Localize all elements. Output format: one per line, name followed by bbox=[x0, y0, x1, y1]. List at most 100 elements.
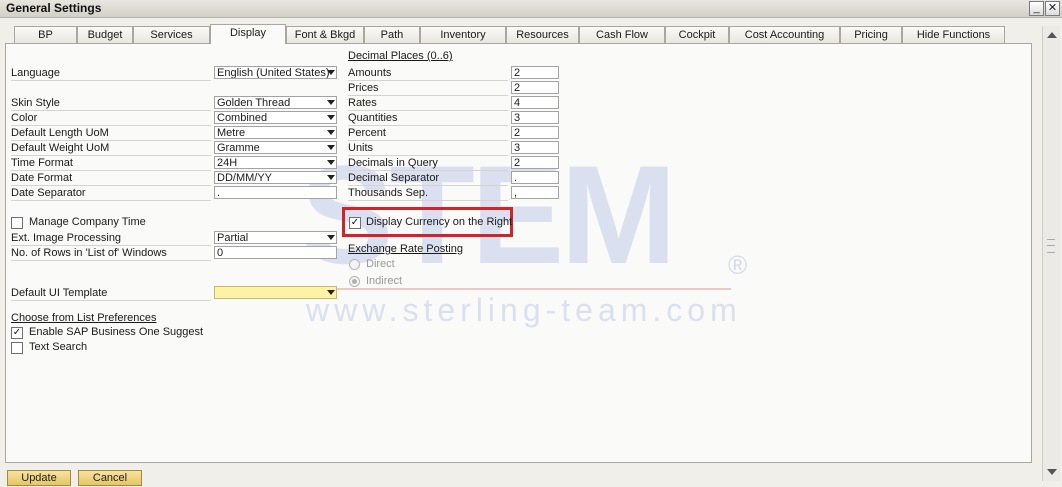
update-button[interactable]: Update bbox=[7, 470, 71, 486]
date-format-value: DD/MM/YY bbox=[217, 172, 272, 184]
color-label: Color bbox=[11, 112, 38, 124]
quantities-input[interactable]: 3 bbox=[511, 111, 559, 124]
row-divider bbox=[11, 300, 211, 301]
quantities-value: 3 bbox=[514, 112, 521, 124]
rates-input[interactable]: 4 bbox=[511, 96, 559, 109]
row-divider bbox=[11, 80, 211, 81]
time-format-select[interactable]: 24H bbox=[214, 156, 337, 169]
tab-font-bkgd[interactable]: Font & Bkgd bbox=[286, 26, 364, 43]
chevron-down-icon bbox=[327, 70, 335, 75]
indirect-label: Indirect bbox=[366, 275, 403, 287]
tab-budget[interactable]: Budget bbox=[77, 26, 133, 43]
length-uom-value: Metre bbox=[217, 127, 246, 139]
chevron-down-icon bbox=[327, 145, 335, 150]
tab-hide-functions[interactable]: Hide Functions bbox=[902, 26, 1005, 43]
default-ui-template-select[interactable] bbox=[214, 286, 337, 299]
units-input[interactable]: 3 bbox=[511, 141, 559, 154]
date-format-select[interactable]: DD/MM/YY bbox=[214, 171, 337, 184]
decimals-in-query-input[interactable]: 2 bbox=[511, 156, 559, 169]
units-label: Units bbox=[348, 142, 374, 154]
text-search-checkbox[interactable] bbox=[11, 342, 23, 354]
tab-cockpit[interactable]: Cockpit bbox=[665, 26, 729, 43]
row-divider bbox=[11, 245, 211, 246]
tab-display[interactable]: Display bbox=[210, 24, 286, 44]
weight-uom-select[interactable]: Gramme bbox=[214, 141, 337, 154]
tab-pricing[interactable]: Pricing bbox=[840, 26, 902, 43]
enable-suggest-label: Enable SAP Business One Suggest bbox=[29, 326, 204, 338]
percent-label: Percent bbox=[348, 127, 386, 139]
amounts-label: Amounts bbox=[348, 67, 392, 79]
chevron-down-icon bbox=[327, 160, 335, 165]
scroll-grip-icon[interactable] bbox=[1047, 239, 1055, 253]
units-value: 3 bbox=[514, 142, 521, 154]
row-divider bbox=[348, 110, 508, 111]
display-currency-right-checkbox[interactable]: ✓ bbox=[349, 217, 361, 229]
decimal-separator-label: Decimal Separator bbox=[348, 172, 440, 184]
row-divider bbox=[348, 140, 508, 141]
cancel-button[interactable]: Cancel bbox=[78, 470, 142, 486]
row-divider bbox=[348, 125, 508, 126]
default-ui-template-label: Default UI Template bbox=[11, 287, 108, 299]
chevron-down-icon bbox=[327, 130, 335, 135]
tab-inventory[interactable]: Inventory bbox=[420, 26, 506, 43]
skin-style-value: Golden Thread bbox=[217, 97, 291, 109]
scroll-down-icon[interactable] bbox=[1047, 469, 1057, 475]
row-divider bbox=[11, 170, 211, 171]
minimize-button[interactable]: _ bbox=[1029, 1, 1044, 16]
color-select[interactable]: Combined bbox=[214, 111, 337, 124]
watermark-url: www.sterling-team.com bbox=[306, 292, 742, 328]
thousands-sep-input[interactable]: , bbox=[511, 186, 559, 199]
tab-path[interactable]: Path bbox=[364, 26, 420, 43]
manage-company-time-label: Manage Company Time bbox=[29, 216, 146, 228]
row-divider bbox=[11, 260, 211, 261]
language-select[interactable]: English (United States) bbox=[214, 66, 337, 79]
row-divider bbox=[348, 95, 508, 96]
direct-radio[interactable] bbox=[349, 259, 360, 270]
chevron-down-icon bbox=[327, 100, 335, 105]
row-divider bbox=[348, 80, 508, 81]
ext-image-processing-select[interactable]: Partial bbox=[214, 231, 337, 244]
weight-uom-label: Default Weight UoM bbox=[11, 142, 110, 154]
watermark-registered-mark: ® bbox=[728, 250, 748, 280]
date-separator-value: . bbox=[217, 187, 221, 199]
length-uom-select[interactable]: Metre bbox=[214, 126, 337, 139]
length-uom-label: Default Length UoM bbox=[11, 127, 109, 139]
close-icon: ✕ bbox=[1047, 2, 1058, 14]
date-separator-input[interactable]: . bbox=[214, 186, 337, 199]
text-search-label: Text Search bbox=[29, 341, 88, 353]
rates-value: 4 bbox=[514, 97, 521, 109]
row-divider bbox=[11, 125, 211, 126]
prices-input[interactable]: 2 bbox=[511, 81, 559, 94]
weight-uom-value: Gramme bbox=[217, 142, 260, 154]
indirect-radio[interactable] bbox=[349, 276, 360, 287]
vertical-scrollbar[interactable] bbox=[1042, 26, 1060, 481]
scroll-up-icon[interactable] bbox=[1047, 32, 1057, 38]
decimal-separator-input[interactable]: . bbox=[511, 171, 559, 184]
percent-input[interactable]: 2 bbox=[511, 126, 559, 139]
amounts-value: 2 bbox=[514, 67, 521, 79]
minimize-icon: _ bbox=[1033, 2, 1040, 14]
tab-services[interactable]: Services bbox=[133, 26, 210, 43]
chevron-down-icon bbox=[327, 235, 335, 240]
row-divider bbox=[11, 110, 211, 111]
rows-in-list-input[interactable]: 0 bbox=[214, 246, 337, 259]
row-divider bbox=[11, 140, 211, 141]
skin-style-select[interactable]: Golden Thread bbox=[214, 96, 337, 109]
tab-bp[interactable]: BP bbox=[14, 26, 77, 43]
decimals-in-query-label: Decimals in Query bbox=[348, 157, 438, 169]
amounts-input[interactable]: 2 bbox=[511, 66, 559, 79]
prices-label: Prices bbox=[348, 82, 379, 94]
row-divider bbox=[348, 155, 508, 156]
tab-cash-flow[interactable]: Cash Flow bbox=[579, 26, 665, 43]
check-icon: ✓ bbox=[12, 327, 22, 338]
rows-in-list-value: 0 bbox=[217, 247, 224, 259]
tab-cost-accounting[interactable]: Cost Accounting bbox=[729, 26, 840, 43]
close-button[interactable]: ✕ bbox=[1045, 1, 1060, 16]
ext-image-processing-value: Partial bbox=[217, 232, 249, 244]
row-divider bbox=[11, 155, 211, 156]
tab-resources[interactable]: Resources bbox=[506, 26, 579, 43]
prices-value: 2 bbox=[514, 82, 521, 94]
row-divider bbox=[11, 185, 211, 186]
enable-suggest-checkbox[interactable]: ✓ bbox=[11, 327, 23, 339]
manage-company-time-checkbox[interactable] bbox=[11, 217, 23, 229]
